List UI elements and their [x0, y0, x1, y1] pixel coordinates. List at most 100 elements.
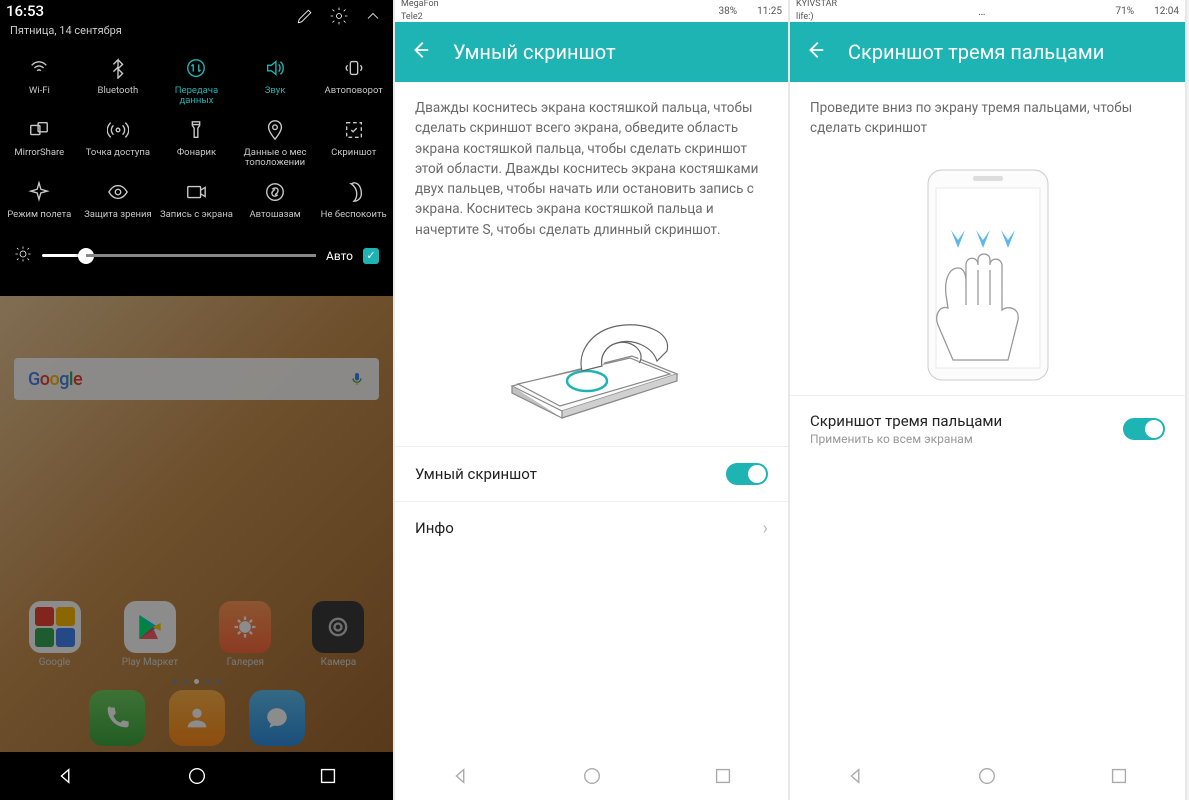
mic-icon[interactable] [349, 369, 365, 389]
qs-tile-dnd[interactable]: Не беспокоить [314, 175, 393, 235]
dnd-icon [341, 179, 367, 205]
carrier2: life:) [796, 13, 814, 22]
quick-tiles-grid: Wi-Fi BluetoothПередача данных Звук Автопов… [0, 45, 393, 237]
phone-three-finger: KYIVSTAR life:) … 71% 12:04 Скриншот тре… [790, 0, 1187, 800]
toggle-label: Скриншот тремя пальцами [810, 412, 1002, 430]
signal-icon [1084, 5, 1096, 17]
auto-brightness-checkbox[interactable]: ✓ [363, 248, 379, 264]
clock: 16:53 [6, 2, 44, 20]
toggle-label: Умный скриншот [415, 465, 537, 483]
signal-icon [565, 5, 577, 17]
tile-label: Wi-Fi [29, 86, 50, 96]
status-bar: MegaFon Tele2 38% 11:25 [395, 0, 788, 22]
tile-label: Скриншот [331, 148, 376, 158]
knuckle-illustration [395, 256, 788, 446]
nav-back-icon[interactable] [845, 765, 867, 787]
carrier2: Tele2 [401, 13, 423, 22]
tile-label: Автошазам [249, 210, 300, 220]
gear-icon[interactable] [329, 6, 349, 30]
nav-bar [395, 752, 788, 800]
battery-icon [1138, 5, 1150, 17]
nfc-icon [1052, 5, 1064, 17]
data-icon [183, 55, 209, 81]
back-button[interactable] [409, 39, 431, 65]
nav-home-icon[interactable] [976, 765, 998, 787]
status-bar: KYIVSTAR life:) … 71% 12:04 [790, 0, 1185, 22]
shazam-icon [262, 179, 288, 205]
toggle-sublabel: Применить ко всем экранам [810, 432, 1002, 446]
alarm-icon [1068, 5, 1080, 17]
airplane-icon [26, 179, 52, 205]
app-play-маркет[interactable]: Play Маркет [122, 601, 179, 668]
phone-quicksettings: 16:53 Пятница, 14 сентября Wi-FiBluetoot… [0, 0, 395, 800]
alarm-icon [703, 5, 715, 17]
location-icon [262, 117, 288, 143]
qs-tile-eye[interactable]: Защита зрения [79, 175, 158, 235]
qs-tile-screenrec[interactable]: Запись с экрана [157, 175, 236, 235]
nav-back-icon[interactable] [450, 765, 472, 787]
app-bar: Умный скриншот [395, 22, 788, 82]
qs-tile-mirrorshare[interactable]: MirrorShare [0, 113, 79, 173]
wifi-icon [26, 55, 52, 81]
qs-tile-screenshot[interactable]: Скриншот [314, 113, 393, 173]
contacts-app-icon[interactable] [169, 690, 225, 746]
app-bar: Скриншот тремя пальцами [790, 22, 1185, 82]
tile-label: Запись с экрана [160, 210, 233, 220]
page-title: Умный скриншот [453, 40, 616, 64]
nav-recent-icon[interactable] [1108, 765, 1130, 787]
app-google[interactable]: Google [29, 601, 81, 668]
home-wallpaper: Google Google Play Маркет Галерея Камера [0, 296, 393, 752]
app-галерея[interactable]: Галерея [219, 601, 271, 668]
qs-tile-data[interactable]: Передача данных [157, 51, 236, 111]
brightness-row: Авто ✓ [0, 237, 393, 276]
qs-tile-autorotate[interactable]: Автоповорот [314, 51, 393, 111]
hotspot-icon [105, 117, 131, 143]
google-search-bar[interactable]: Google [14, 358, 379, 400]
screenshot-icon [341, 117, 367, 143]
qs-tile-airplane[interactable]: Режим полета [0, 175, 79, 235]
qs-tile-shazam[interactable]: Автошазам [236, 175, 315, 235]
nav-home-icon[interactable] [581, 765, 603, 787]
nav-recent-icon[interactable] [712, 765, 734, 787]
collapse-icon[interactable] [363, 6, 383, 30]
qs-tile-location[interactable]: Данные о мес тоположении [236, 113, 315, 173]
qs-tile-flashlight[interactable]: Фонарик [157, 113, 236, 173]
toggle-switch[interactable] [1123, 418, 1165, 440]
three-finger-toggle-row[interactable]: Скриншот тремя пальцами Применить ко все… [790, 396, 1185, 462]
app-label: Google [39, 657, 71, 668]
qs-tile-bluetooth[interactable]: Bluetooth [79, 51, 158, 111]
nav-recent-icon[interactable] [317, 765, 339, 787]
clock: 12:04 [1154, 6, 1179, 17]
tile-label: Защита зрения [84, 210, 152, 220]
tile-label: Не беспокоить [321, 210, 387, 220]
screenrec-icon [183, 179, 209, 205]
three-finger-illustration [790, 155, 1185, 395]
phone-app-icon[interactable] [89, 690, 145, 746]
messages-app-icon[interactable] [249, 690, 305, 746]
smart-screenshot-toggle-row[interactable]: Умный скриншот [395, 446, 788, 501]
tile-label: Режим полета [7, 210, 71, 220]
nav-home-icon[interactable] [186, 765, 208, 787]
edit-icon[interactable] [295, 6, 315, 30]
app-label: Галерея [227, 657, 264, 668]
globe-icon [918, 5, 930, 17]
tile-label: Звук [265, 86, 286, 96]
brightness-slider[interactable] [42, 254, 316, 257]
app-камера[interactable]: Камера [312, 601, 364, 668]
back-button[interactable] [804, 39, 826, 65]
auto-brightness-label: Авто [326, 249, 353, 263]
nav-back-icon[interactable] [55, 765, 77, 787]
brightness-icon [14, 245, 32, 266]
toggle-switch[interactable] [726, 463, 768, 485]
qs-tile-hotspot[interactable]: Точка доступа [79, 113, 158, 173]
dock [0, 690, 393, 746]
qs-tile-sound[interactable]: Звук [236, 51, 315, 111]
description-text: Дважды коснитесь экрана костяшкой пальца… [395, 82, 788, 256]
qs-tile-wifi[interactable]: Wi-Fi [0, 51, 79, 111]
info-row[interactable]: Инфо › [395, 501, 788, 555]
tile-label: MirrorShare [14, 148, 64, 158]
tile-label: Передача данных [159, 86, 234, 107]
battery-icon [741, 5, 753, 17]
mail-icon [948, 5, 960, 17]
chevron-right-icon: › [763, 518, 768, 539]
